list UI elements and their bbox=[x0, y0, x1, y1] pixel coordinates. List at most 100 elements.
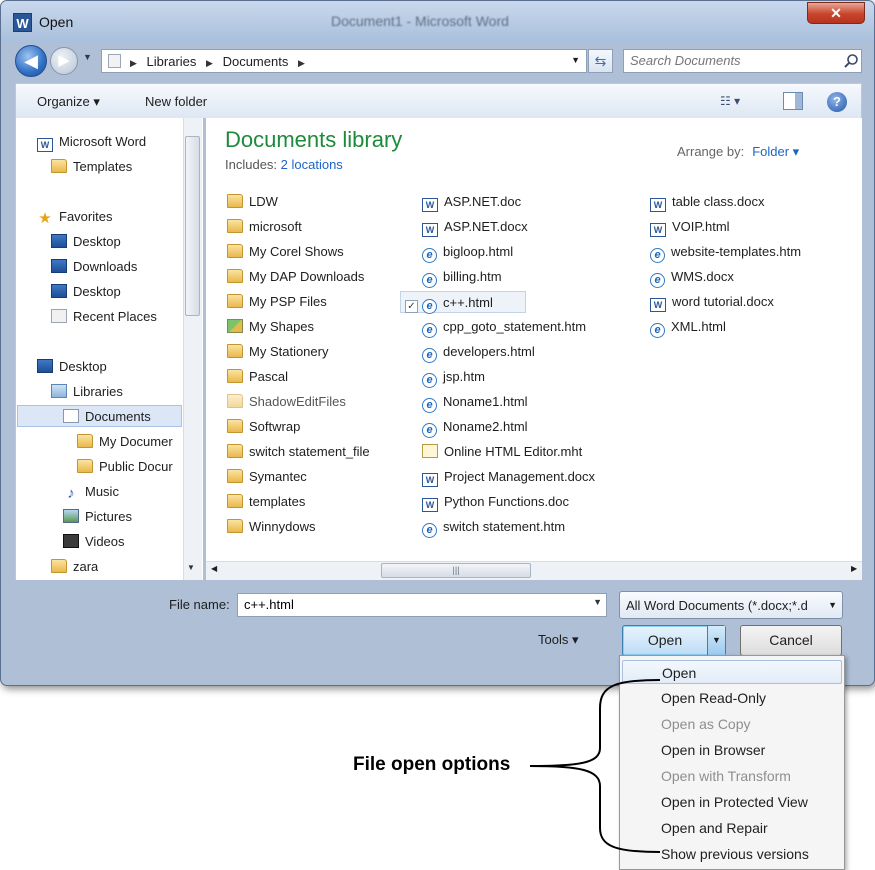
list-item[interactable]: W Python Functions.doc bbox=[422, 491, 569, 513]
list-item[interactable]: Pascal bbox=[227, 366, 288, 388]
help-icon[interactable]: ? bbox=[827, 92, 847, 112]
nav-item-libraries[interactable]: Libraries bbox=[51, 381, 123, 403]
list-item[interactable]: Winnydows bbox=[227, 516, 315, 538]
list-item[interactable]: Wtable class.docx bbox=[650, 191, 765, 213]
new-folder-button[interactable]: New folder bbox=[145, 94, 207, 109]
search-box[interactable] bbox=[623, 49, 862, 73]
list-item[interactable]: e WMS.docx bbox=[650, 266, 734, 288]
list-item[interactable]: Wword tutorial.docx bbox=[650, 291, 774, 313]
nav-item-videos[interactable]: Videos bbox=[63, 531, 125, 553]
list-item[interactable]: e XML.html bbox=[650, 316, 726, 338]
arrange-by-dropdown[interactable]: Folder ▾ bbox=[752, 144, 799, 159]
navigation-scrollbar-thumb[interactable] bbox=[185, 136, 200, 316]
back-button[interactable]: ◀ bbox=[15, 45, 47, 77]
list-item[interactable]: e Noname2.html bbox=[422, 416, 528, 438]
nav-item-my-documents[interactable]: My Documer bbox=[77, 431, 182, 453]
file-type-filter[interactable]: All Word Documents (*.docx;*.d ▼ bbox=[619, 591, 843, 619]
file-name: Online HTML Editor.mht bbox=[444, 444, 583, 459]
list-item[interactable]: e developers.html bbox=[422, 341, 535, 363]
open-split-button[interactable]: Open ▼ bbox=[622, 625, 726, 656]
list-item[interactable]: W Project Management.docx bbox=[422, 466, 595, 488]
organize-menu[interactable]: Organize ▾ bbox=[37, 94, 100, 110]
nav-item-pictures[interactable]: Pictures bbox=[63, 506, 132, 528]
change-view-button[interactable]: ☷ ▾ bbox=[720, 94, 740, 108]
scroll-left-arrow-icon[interactable]: ◀ bbox=[211, 564, 217, 573]
nav-item-documents[interactable]: Documents bbox=[17, 405, 182, 427]
list-item[interactable]: microsoft bbox=[227, 216, 302, 238]
list-item[interactable]: My Corel Shows bbox=[227, 241, 344, 263]
list-item[interactable]: Online HTML Editor.mht bbox=[422, 441, 582, 463]
list-item[interactable]: e jsp.htm bbox=[422, 366, 485, 388]
list-item[interactable]: LDW bbox=[227, 191, 278, 213]
breadcrumb-documents[interactable]: Documents bbox=[223, 54, 289, 69]
file-name-dropdown-icon[interactable]: ▼ bbox=[593, 597, 602, 607]
list-item[interactable]: e switch statement.htm bbox=[422, 516, 565, 538]
nav-item-favorites[interactable]: ★ Favorites bbox=[37, 206, 112, 228]
list-item[interactable]: My Shapes bbox=[227, 316, 314, 338]
nav-label: zara bbox=[73, 559, 99, 574]
search-input[interactable] bbox=[630, 53, 830, 68]
scroll-down-arrow-icon[interactable]: ▼ bbox=[187, 563, 195, 572]
html-file-icon: e bbox=[422, 398, 437, 413]
list-item[interactable]: My PSP Files bbox=[227, 291, 327, 313]
open-button[interactable]: Open bbox=[623, 626, 707, 655]
file-name: table class.docx bbox=[672, 194, 765, 209]
nav-item-microsoft-word[interactable]: W Microsoft Word bbox=[37, 131, 146, 153]
nav-item-templates[interactable]: Templates bbox=[51, 156, 132, 178]
preview-pane-icon[interactable] bbox=[783, 92, 803, 110]
horizontal-scrollbar[interactable] bbox=[206, 561, 862, 580]
list-item[interactable]: Symantec bbox=[227, 466, 307, 488]
list-item[interactable]: My Stationery bbox=[227, 341, 328, 363]
breadcrumb-separator-icon[interactable]: ▶ bbox=[130, 58, 137, 68]
recent-locations-dropdown[interactable]: ▼ bbox=[83, 52, 92, 62]
list-item[interactable]: templates bbox=[227, 491, 305, 513]
checkbox-icon[interactable]: ✓ bbox=[405, 300, 418, 313]
scroll-right-arrow-icon[interactable]: ▶ bbox=[851, 564, 857, 573]
open-options-dropdown-icon[interactable]: ▼ bbox=[707, 626, 725, 655]
breadcrumb-libraries[interactable]: Libraries bbox=[147, 54, 197, 69]
list-item[interactable]: e bigloop.html bbox=[422, 241, 513, 263]
list-item[interactable]: e cpp_goto_statement.htm bbox=[422, 316, 586, 338]
list-item[interactable]: Softwrap bbox=[227, 416, 300, 438]
chevron-down-icon: ▼ bbox=[828, 600, 837, 610]
nav-item-downloads[interactable]: Downloads bbox=[51, 256, 137, 278]
list-item[interactable]: switch statement_file bbox=[227, 441, 370, 463]
breadcrumb-separator-icon[interactable]: ▶ bbox=[206, 58, 213, 68]
list-item-selected[interactable]: ✓ e c++.html bbox=[400, 291, 526, 314]
nav-item-zara[interactable]: zara bbox=[51, 556, 98, 578]
tools-menu[interactable]: Tools ▾ bbox=[538, 632, 579, 648]
list-item[interactable]: W VOIP.html bbox=[650, 216, 730, 238]
nav-item-recent-places[interactable]: Recent Places bbox=[51, 306, 157, 328]
folder-icon bbox=[227, 519, 243, 533]
locations-link[interactable]: 2 locations bbox=[281, 157, 343, 172]
breadcrumb-separator-icon[interactable]: ▶ bbox=[298, 58, 305, 68]
list-item[interactable]: ShadowEditFiles bbox=[227, 391, 346, 413]
document-library-icon bbox=[63, 409, 79, 423]
close-button[interactable]: ✕ bbox=[807, 2, 865, 24]
word-doc-icon: W bbox=[422, 223, 438, 237]
nav-item-desktop[interactable]: Desktop bbox=[51, 281, 121, 303]
list-item[interactable]: e billing.htm bbox=[422, 266, 502, 288]
cancel-button[interactable]: Cancel bbox=[740, 625, 842, 656]
nav-item-desktop[interactable]: Desktop bbox=[51, 231, 121, 253]
file-name-input[interactable] bbox=[244, 597, 574, 612]
address-bar[interactable]: ▶ Libraries ▶ Documents ▶ ▼ bbox=[101, 49, 587, 73]
list-item[interactable]: My DAP Downloads bbox=[227, 266, 364, 288]
folder-icon bbox=[227, 369, 243, 383]
html-file-icon: e bbox=[650, 273, 665, 288]
list-item[interactable]: W ASP.NET.doc bbox=[422, 191, 521, 213]
file-name-field[interactable]: ▼ bbox=[237, 593, 607, 617]
list-item[interactable]: e Noname1.html bbox=[422, 391, 528, 413]
search-icon[interactable] bbox=[843, 53, 859, 69]
list-item[interactable]: W ASP.NET.docx bbox=[422, 216, 528, 238]
nav-item-public-documents[interactable]: Public Docur bbox=[77, 456, 182, 478]
list-item[interactable]: e website-templates.htm bbox=[650, 241, 801, 263]
monitor-icon bbox=[37, 359, 53, 373]
address-history-dropdown[interactable]: ▼ bbox=[571, 55, 580, 65]
nav-item-music[interactable]: ♪ Music bbox=[63, 481, 119, 503]
forward-button[interactable]: ▶ bbox=[50, 47, 78, 75]
nav-item-desktop-root[interactable]: Desktop bbox=[37, 356, 107, 378]
horizontal-scrollbar-thumb[interactable]: ||| bbox=[381, 563, 531, 578]
refresh-button[interactable]: ⇆ bbox=[588, 49, 613, 73]
title-bar[interactable]: W Open Document1 - Microsoft Word ✕ bbox=[1, 1, 874, 43]
